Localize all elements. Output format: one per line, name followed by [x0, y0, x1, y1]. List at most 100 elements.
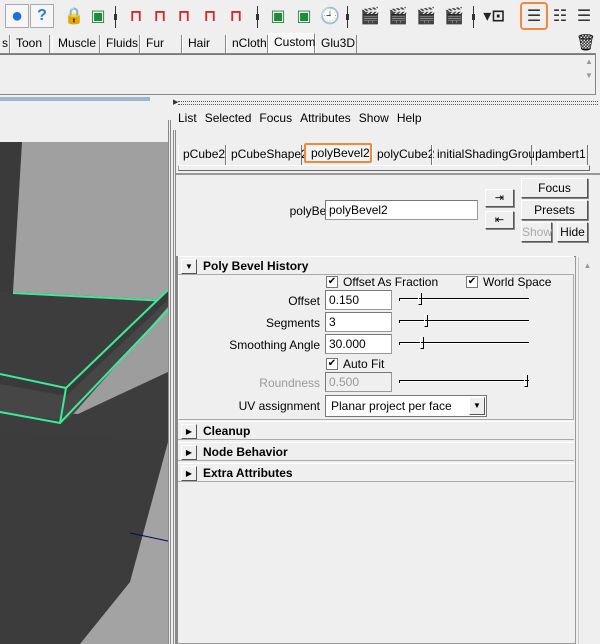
slider-track [399, 380, 529, 383]
show-button[interactable]: Show [521, 222, 552, 242]
shelf-tab-ncloth[interactable]: nCloth [226, 35, 268, 53]
node-tab-pcubeshape2[interactable]: pCubeShape2 [226, 145, 308, 165]
lock-icon[interactable]: 🔒 [62, 4, 86, 28]
roundness-field: 0.500 [325, 372, 392, 392]
slider-thumb[interactable] [420, 337, 424, 349]
select-region-icon[interactable]: ▣ [86, 4, 110, 28]
menu-selected[interactable]: Selected [205, 111, 252, 129]
node-tab-polycube2[interactable]: polyCube2 [372, 145, 434, 165]
world-space-checkbox[interactable]: ✔ [466, 276, 478, 288]
tool-settings-icon[interactable]: ☷ [548, 4, 572, 28]
node-tab-polybevel2[interactable]: polyBevel2 [304, 143, 372, 163]
segments-field[interactable]: 3 [325, 312, 392, 332]
offset-as-fraction-checkbox[interactable]: ✔ [326, 276, 338, 288]
output-ops-icon[interactable]: ▣ [292, 4, 316, 28]
shelf-tab-s[interactable]: s [0, 35, 10, 53]
snap-grid-icon[interactable]: ⊓ [124, 4, 148, 28]
auto-fit-checkbox[interactable]: ✔ [326, 358, 338, 370]
slider-thumb[interactable] [424, 315, 428, 327]
toolbar-separator [346, 6, 349, 28]
node-name-field[interactable]: polyBevel2 [325, 200, 478, 220]
scroll-down-icon[interactable]: ▼ [582, 69, 596, 83]
shelf-tab-fluids[interactable]: Fluids [100, 35, 140, 53]
input-arrow-icon: ⇥ [494, 192, 505, 204]
viewport[interactable] [0, 142, 168, 644]
section-extra-attributes[interactable]: ▶ Extra Attributes [178, 463, 574, 482]
sphere-icon[interactable]: ● [5, 4, 29, 28]
attribute-editor-icon[interactable]: ☰ [520, 2, 548, 30]
hide-button[interactable]: Hide [557, 222, 588, 242]
node-tab-pcube2[interactable]: pCube2 [178, 145, 226, 165]
attribute-scrollbar[interactable]: ▲ [578, 257, 596, 644]
smoothing-angle-slider[interactable] [399, 337, 529, 349]
roundness-slider [399, 375, 529, 387]
slider-thumb[interactable] [418, 293, 422, 305]
help-icon[interactable]: ? [30, 4, 54, 28]
input-ops-icon[interactable]: ▣ [266, 4, 290, 28]
offset-label: Offset [288, 294, 320, 308]
node-tab-initialshadinggroup[interactable]: initialShadingGroup [432, 145, 542, 165]
camera-dropdown-icon[interactable]: ▾⊡ [482, 4, 506, 28]
shelf-tab-custom[interactable]: Custom [268, 33, 315, 53]
render-view-icon[interactable]: 🎬 [358, 4, 382, 28]
uv-assignment-dropdown[interactable]: Planar project per face ▼ [325, 395, 487, 417]
status-line-toolbar: ●? 🔒 ▣ ⊓ ⊓ ⊓ ⊓ ⊓ ▣ ▣ 🕘 🎬 🎬 🎬 🎬 ▾⊡ ☰ ☷ ☰ [0, 0, 600, 33]
section-cleanup[interactable]: ▶ Cleanup [178, 421, 574, 440]
collapse-arrow-icon[interactable]: ▼ [181, 259, 197, 274]
menu-attributes[interactable]: Attributes [300, 111, 351, 129]
roundness-label: Roundness [259, 376, 320, 390]
output-connections-button[interactable]: ⇤ [485, 211, 514, 229]
slider-track [399, 342, 529, 345]
menu-focus[interactable]: Focus [259, 111, 292, 129]
menu-help[interactable]: Help [397, 111, 422, 129]
section-title: Extra Attributes [203, 466, 293, 480]
focus-button[interactable]: Focus [521, 178, 588, 198]
menu-show[interactable]: Show [359, 111, 389, 129]
snap-plane-icon[interactable]: ⊓ [198, 4, 222, 28]
trash-icon[interactable]: 🗑 [576, 33, 596, 53]
channel-box-icon[interactable]: ☰ [572, 4, 596, 28]
section-title: Poly Bevel History [203, 259, 309, 273]
section-node-behavior[interactable]: ▶ Node Behavior [178, 442, 574, 461]
expand-arrow-icon[interactable]: ▶ [181, 445, 197, 460]
back-object [0, 142, 22, 292]
toolbar-separator [256, 6, 259, 28]
smoothing-angle-field[interactable]: 30.000 [325, 334, 392, 354]
shelf-tab-muscle[interactable]: Muscle [52, 35, 100, 53]
section-title: Node Behavior [203, 445, 288, 459]
expand-arrow-icon[interactable]: ▶ [181, 424, 197, 439]
shelf-tab-fur[interactable]: Fur [140, 35, 182, 53]
attribute-editor-menubar: List Selected Focus Attributes Show Help [178, 111, 422, 129]
render-settings-icon[interactable]: 🎬 [442, 4, 466, 28]
shelf-tab-toon[interactable]: Toon [10, 35, 50, 53]
chevron-down-icon[interactable]: ▼ [469, 397, 485, 415]
check-icon: ✔ [467, 276, 477, 287]
tear-off-handle[interactable] [178, 101, 598, 105]
segments-slider[interactable] [399, 315, 529, 327]
shelf-tab-bar: s Toon Muscle Fluids Fur Hair nCloth Custom Glu3… [0, 33, 600, 53]
shelf-tab-glu3d[interactable]: Glu3D [315, 35, 357, 53]
presets-button[interactable]: Presets [521, 200, 588, 220]
snap-live-icon[interactable]: ⊓ [224, 4, 248, 28]
uv-assignment-value: Planar project per face [331, 399, 452, 413]
render-current-icon[interactable]: 🎬 [386, 4, 410, 28]
section-title: Cleanup [203, 424, 251, 438]
offset-slider[interactable] [399, 293, 529, 305]
expand-arrow-icon[interactable]: ▶ [181, 466, 197, 481]
section-poly-bevel-history[interactable]: ▼ Poly Bevel History [178, 256, 574, 275]
menu-list[interactable]: List [178, 111, 197, 129]
snap-point-icon[interactable]: ⊓ [172, 4, 196, 28]
offset-field[interactable]: 0.150 [325, 290, 392, 310]
input-connections-button[interactable]: ⇥ [485, 189, 514, 207]
shelf-tab-hair[interactable]: Hair [182, 35, 226, 53]
snap-curve-icon[interactable]: ⊓ [148, 4, 172, 28]
node-tab-lambert1[interactable]: lambert1 [534, 145, 588, 165]
scroll-up-icon[interactable]: ▲ [582, 55, 596, 69]
scroll-up-icon[interactable]: ▲ [579, 259, 596, 273]
auto-fit-label: Auto Fit [343, 357, 385, 371]
offset-as-fraction-label: Offset As Fraction [343, 275, 439, 289]
panel-splitter[interactable] [0, 97, 150, 101]
shelf-scrollbar[interactable]: ▲ ▼ [582, 55, 596, 93]
ipr-render-icon[interactable]: 🎬 [414, 4, 438, 28]
construction-history-icon[interactable]: 🕘 [318, 4, 342, 28]
